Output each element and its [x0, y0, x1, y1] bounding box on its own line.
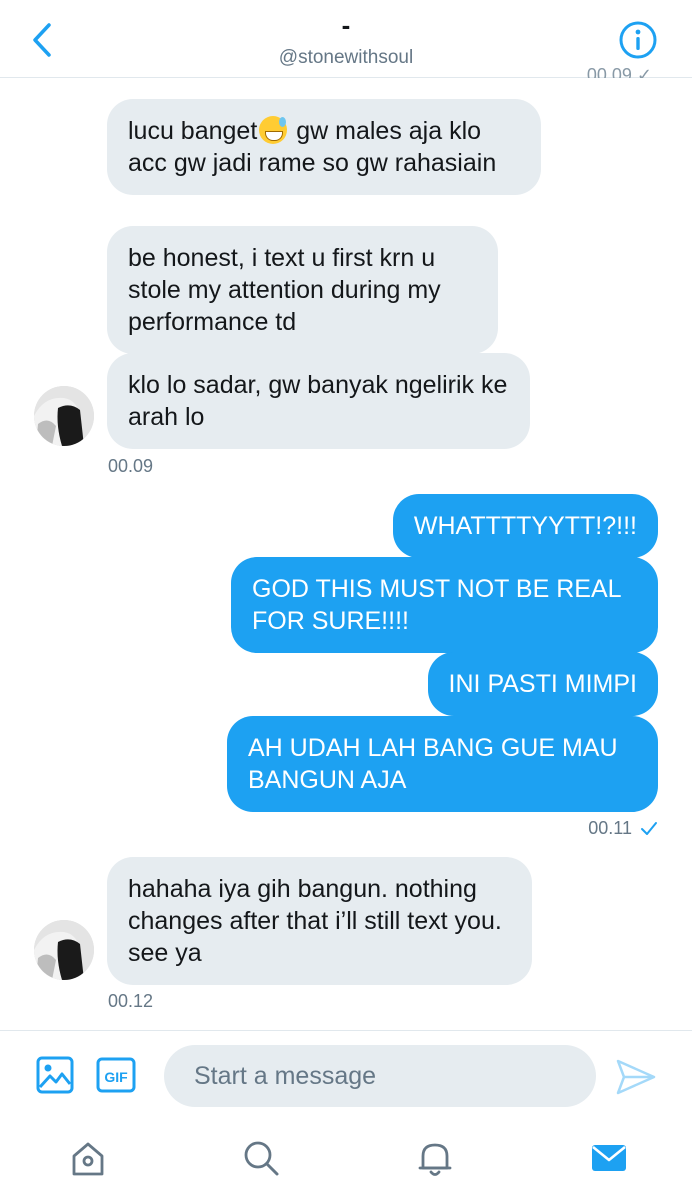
- grinning-sweat-emoji-icon: [259, 116, 288, 144]
- received-message[interactable]: klo lo sadar, gw banyak ngelirik ke arah…: [107, 353, 530, 449]
- search-icon: [244, 1141, 279, 1176]
- svg-text:GIF: GIF: [104, 1069, 128, 1085]
- avatar[interactable]: [34, 920, 94, 980]
- avatar-photo: [34, 920, 94, 980]
- checkmark-icon: [641, 822, 657, 835]
- sent-message[interactable]: GOD THIS MUST NOT BE REAL FOR SURE!!!!: [231, 557, 658, 653]
- cut-off-timestamp: 00.09 ✓: [586, 66, 652, 78]
- tab-home[interactable]: [66, 1136, 110, 1180]
- bell-icon: [418, 1143, 452, 1176]
- image-icon: [36, 1056, 74, 1094]
- add-photo-button[interactable]: [35, 1055, 75, 1095]
- tab-notifications[interactable]: [413, 1136, 457, 1180]
- message-text: klo lo sadar, gw banyak ngelirik ke arah…: [128, 371, 508, 431]
- tab-messages[interactable]: [587, 1136, 631, 1180]
- message-text: be honest, i text u first krn u stole my…: [128, 244, 441, 336]
- message-text: AH UDAH LAH BANG GUE MAU BANGUN AJA: [248, 734, 618, 794]
- tab-search[interactable]: [239, 1136, 283, 1180]
- received-message[interactable]: be honest, i text u first krn u stole my…: [107, 226, 498, 354]
- mail-icon: [592, 1145, 626, 1171]
- add-gif-button[interactable]: GIF: [96, 1055, 136, 1095]
- gif-icon: GIF: [96, 1057, 136, 1093]
- avatar[interactable]: [34, 386, 94, 446]
- avatar-photo: [34, 386, 94, 446]
- sent-message[interactable]: WHATTTTYYTT!?!!!: [392, 494, 658, 558]
- send-icon: [616, 1059, 656, 1095]
- received-message[interactable]: lucu banget gw males aja klo acc gw jadi…: [107, 99, 541, 195]
- home-icon: [72, 1142, 104, 1176]
- message-timestamp: 00.11: [588, 818, 632, 838]
- send-button[interactable]: [614, 1057, 658, 1097]
- message-composer: GIF: [0, 1030, 692, 1122]
- message-timestamp: 00.09: [108, 456, 154, 476]
- message-text: hahaha iya gih bangun. nothing changes a…: [128, 875, 502, 967]
- info-icon: [619, 21, 657, 59]
- info-button[interactable]: [618, 20, 658, 60]
- message-text: WHATTTTYYTT!?!!!: [413, 512, 637, 540]
- message-text: GOD THIS MUST NOT BE REAL FOR SURE!!!!: [252, 575, 621, 635]
- message-text: lucu banget: [128, 117, 258, 145]
- bottom-tab-bar: [0, 1122, 692, 1200]
- message-text: INI PASTI MIMPI: [448, 670, 637, 698]
- sent-message[interactable]: INI PASTI MIMPI: [427, 652, 658, 716]
- message-timestamp: 00.12: [108, 991, 154, 1011]
- received-message[interactable]: hahaha iya gih bangun. nothing changes a…: [107, 857, 532, 985]
- conversation-header: - @stonewithsoul 00.09 ✓: [0, 0, 692, 78]
- sent-message[interactable]: AH UDAH LAH BANG GUE MAU BANGUN AJA: [227, 716, 658, 812]
- message-input[interactable]: [164, 1045, 596, 1107]
- conversation-title: -: [341, 10, 351, 40]
